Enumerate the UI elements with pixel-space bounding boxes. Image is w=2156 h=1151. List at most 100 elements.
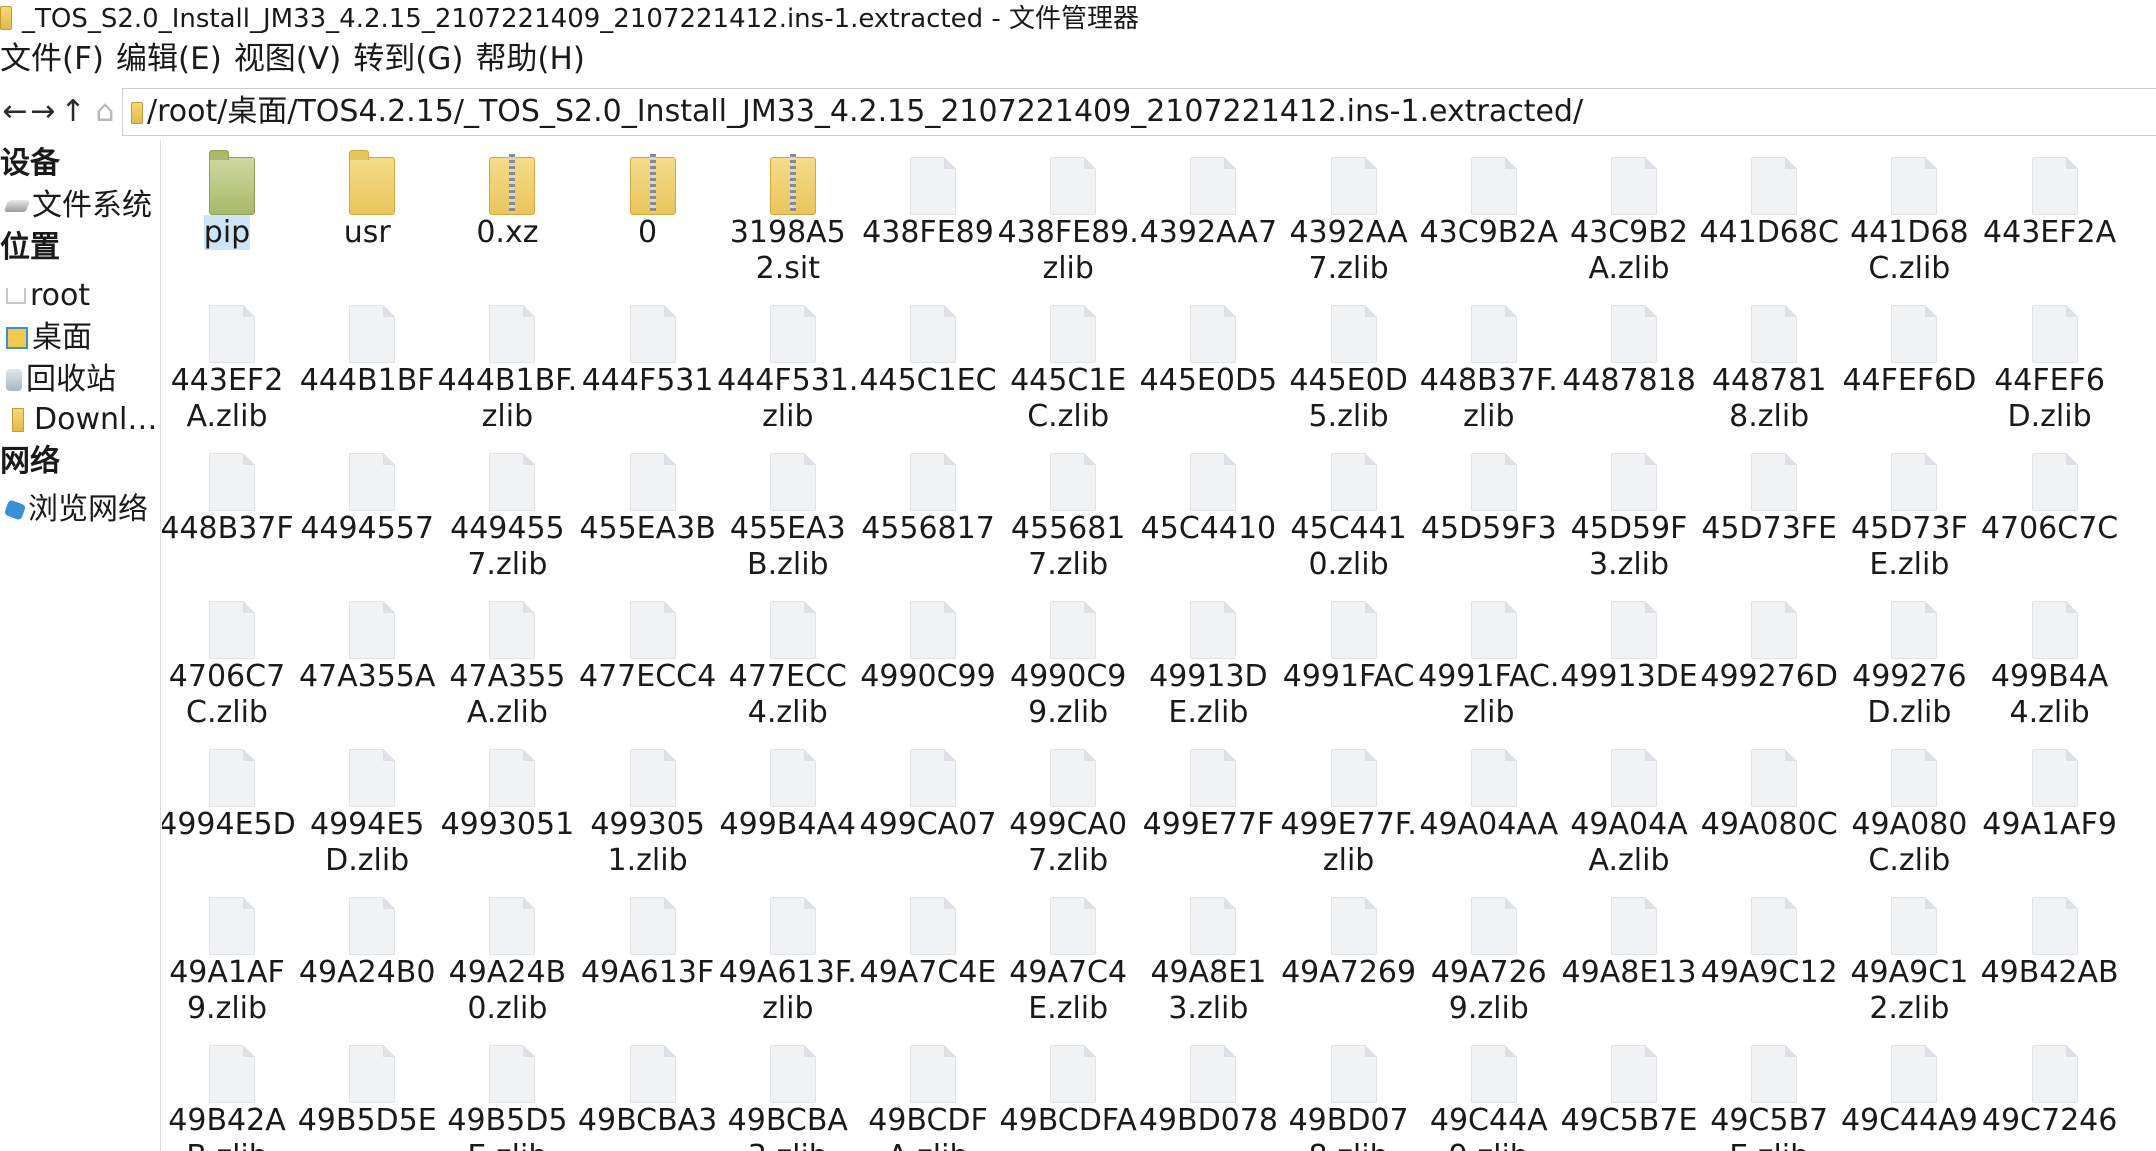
menu-file[interactable]: 文件(F) [0, 38, 116, 80]
file-item[interactable]: 4991FAC [1283, 592, 1414, 732]
file-item[interactable]: 49BCBA3 [578, 1036, 717, 1151]
forward-arrow-icon[interactable]: → [28, 84, 58, 138]
file-item[interactable]: 445E0D5.zlib [1284, 296, 1414, 436]
file-item[interactable]: 448B37F.zlib [1420, 296, 1558, 436]
location-path[interactable]: /root/桌面/TOS4.2.15/_TOS_S2.0_Install_JM3… [147, 89, 1583, 135]
file-item[interactable]: 49A8E13 [1562, 888, 1696, 1028]
file-item[interactable]: 44FEF6D.zlib [1985, 296, 2115, 436]
file-item[interactable]: 455EA3B.zlib [723, 444, 853, 584]
file-item[interactable]: 49BCDFA.zlib [863, 1036, 993, 1151]
menu-edit[interactable]: 编辑(E) [116, 38, 234, 80]
sidebar-item-browse-network[interactable]: 浏览网络 [3, 490, 148, 530]
file-item[interactable]: 49A8E13.zlib [1143, 888, 1273, 1028]
file-item[interactable]: 499B4A4 [720, 740, 856, 880]
sidebar-item-filesystem[interactable]: 文件系统 [3, 186, 152, 226]
file-item[interactable]: 444B1BF.zlib [438, 296, 577, 436]
file-item[interactable]: 49BCBA3.zlib [723, 1036, 853, 1151]
file-item[interactable]: 49913DE [1560, 592, 1698, 732]
file-item[interactable]: 499276D.zlib [1844, 592, 1974, 732]
folder-item[interactable]: pip [162, 148, 292, 288]
file-item[interactable]: 444F531 [582, 296, 713, 436]
file-item[interactable]: 445C1EC.zlib [1003, 296, 1133, 436]
file-item[interactable]: 444B1BF [300, 296, 435, 436]
file-item[interactable]: 4993051 [441, 740, 574, 880]
file-item[interactable]: 499CA07.zlib [1003, 740, 1133, 880]
file-item[interactable]: 49A080C [1701, 740, 1838, 880]
file-item[interactable]: 45D59F3 [1421, 444, 1557, 584]
up-arrow-icon[interactable]: ↑ [58, 84, 88, 138]
file-item[interactable]: 47A355A.zlib [442, 592, 572, 732]
sidebar-item-trash[interactable]: 回收站 [6, 360, 116, 400]
file-item[interactable]: 49C7246 [1982, 1036, 2117, 1151]
file-item[interactable]: 455EA3B [579, 444, 716, 584]
file-item[interactable]: 4991FAC.zlib [1418, 592, 1559, 732]
file-item[interactable]: 499CA07 [860, 740, 996, 880]
file-item[interactable]: 4990C99.zlib [1003, 592, 1133, 732]
file-item[interactable]: 45D73FE [1701, 444, 1837, 584]
file-item[interactable]: 49A9C12 [1701, 888, 1838, 1028]
file-item[interactable]: 49A7C4E [860, 888, 996, 1028]
file-item[interactable]: 49B42AB.zlib [162, 1036, 292, 1151]
file-item[interactable]: 45C4410 [1141, 444, 1276, 584]
file-item[interactable]: 49BD078.zlib [1284, 1036, 1414, 1151]
file-item[interactable]: 45C4410.zlib [1284, 444, 1414, 584]
file-item[interactable]: 49A613F [581, 888, 714, 1028]
file-item[interactable]: 499B4A4.zlib [1985, 592, 2115, 732]
file-item[interactable]: 4556817 [861, 444, 995, 584]
file-item[interactable]: 499E77F [1143, 740, 1274, 880]
file-item[interactable]: 499276D [1700, 592, 1838, 732]
file-item[interactable]: 45D73FE.zlib [1844, 444, 1974, 584]
file-item[interactable]: 43C9B2A.zlib [1564, 148, 1694, 288]
file-item[interactable]: 499E77F.zlib [1280, 740, 1417, 880]
file-item[interactable]: 443EF2A.zlib [162, 296, 292, 436]
file-item[interactable]: 448B37F [162, 444, 294, 584]
file-item[interactable]: 477ECC4.zlib [723, 592, 853, 732]
file-item[interactable]: 441D68C [1699, 148, 1839, 288]
file-item[interactable]: 477ECC4 [579, 592, 716, 732]
file-item[interactable]: 49A9C12.zlib [1844, 888, 1974, 1028]
file-item[interactable]: 4706C7C [1981, 444, 2118, 584]
file-item[interactable]: 0.xz [442, 148, 572, 288]
file-icon-view[interactable]: pip usr 0.xz 0 3198A52.sit 438FE89 438FE89.zli… [162, 140, 2156, 1151]
file-item[interactable]: 4990C99 [860, 592, 996, 732]
file-item[interactable]: 49A7269.zlib [1424, 888, 1554, 1028]
file-item[interactable]: 45D59F3.zlib [1564, 444, 1694, 584]
file-item[interactable]: 4487818.zlib [1704, 296, 1834, 436]
file-item[interactable]: 49A613F.zlib [719, 888, 857, 1028]
folder-item[interactable]: usr [302, 148, 432, 288]
sidebar-item-root[interactable]: root [6, 276, 90, 316]
file-item[interactable]: 49A24B0 [299, 888, 435, 1028]
file-item[interactable]: 4556817.zlib [1003, 444, 1133, 584]
file-item[interactable]: 49A1AF9 [1982, 740, 2117, 880]
file-item[interactable]: 44FEF6D [1842, 296, 1976, 436]
menu-go[interactable]: 转到(G) [353, 38, 475, 80]
file-item[interactable]: 4487818 [1562, 296, 1696, 436]
file-item[interactable]: 445E0D5 [1140, 296, 1277, 436]
file-item[interactable]: 49A24B0.zlib [442, 888, 572, 1028]
file-item[interactable]: 43C9B2A [1420, 148, 1558, 288]
file-item[interactable]: 49A080C.zlib [1844, 740, 1974, 880]
menu-help[interactable]: 帮助(H) [475, 38, 597, 80]
file-item[interactable]: 49BCDFA [1000, 1036, 1137, 1151]
file-item[interactable]: 444F531.zlib [717, 296, 858, 436]
file-item[interactable]: 49C44A9 [1841, 1036, 1978, 1151]
file-item[interactable]: 445C1EC [859, 296, 997, 436]
back-arrow-icon[interactable]: ← [0, 84, 30, 138]
file-item[interactable]: 4494557.zlib [442, 444, 572, 584]
file-item[interactable]: 49A7C4E.zlib [1003, 888, 1133, 1028]
file-item[interactable]: 4994E5D.zlib [302, 740, 432, 880]
file-item[interactable]: 4392AA7.zlib [1284, 148, 1414, 288]
file-item[interactable]: 443EF2A [1983, 148, 2116, 288]
file-item[interactable]: 4392AA7 [1140, 148, 1277, 288]
file-item[interactable]: 49B5D5E [298, 1036, 437, 1151]
file-item[interactable]: 4994E5D [162, 740, 296, 880]
file-item[interactable]: 0 [583, 148, 713, 288]
file-item[interactable]: 49C5B7E.zlib [1704, 1036, 1834, 1151]
file-item[interactable]: 47A355A [299, 592, 435, 732]
file-item[interactable]: 4993051.zlib [583, 740, 713, 880]
file-item[interactable]: 438FE89 [862, 148, 994, 288]
file-item[interactable]: 3198A52.sit [723, 148, 853, 288]
file-item[interactable]: 441D68C.zlib [1844, 148, 1974, 288]
file-item[interactable]: 49B42AB [1981, 888, 2119, 1028]
sidebar-item-downloads[interactable]: Downl… [6, 400, 157, 440]
